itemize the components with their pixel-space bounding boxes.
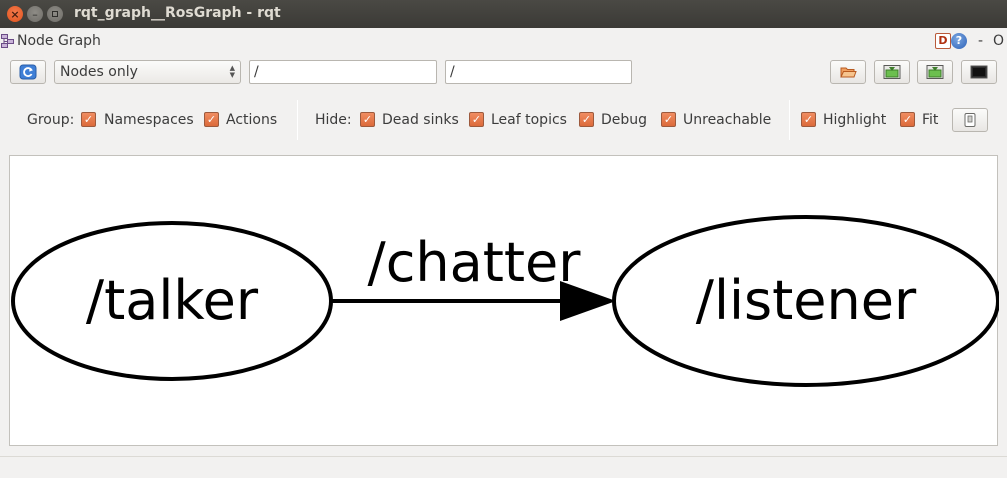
save-svg-button[interactable] xyxy=(917,60,953,84)
d-icon[interactable]: D xyxy=(935,33,951,49)
hide-label: Hide: xyxy=(315,112,352,128)
minimize-plugin-button[interactable]: - xyxy=(978,33,983,49)
topic-filter-input[interactable]: / xyxy=(445,60,632,84)
graph-svg: /talker /chatter /listener xyxy=(11,215,999,387)
maximize-window-button[interactable] xyxy=(47,6,63,22)
help-icon[interactable]: ? xyxy=(951,33,967,49)
fit-in-view-icon xyxy=(964,113,976,127)
up-down-arrows-icon: ▲ ▼ xyxy=(229,64,235,79)
fit-label: Fit xyxy=(922,112,939,128)
leaf-topics-label: Leaf topics xyxy=(491,112,567,128)
dead-sinks-checkbox[interactable]: ✓ xyxy=(360,112,375,127)
plugin-header xyxy=(0,28,1007,56)
node-graph-plugin-icon xyxy=(1,34,14,48)
screen-icon xyxy=(970,65,988,79)
unreachable-checkbox[interactable]: ✓ xyxy=(661,112,676,127)
namespace-filter-input[interactable]: / xyxy=(249,60,437,84)
node-talker-label: /talker xyxy=(86,269,259,332)
window-title: rqt_graph__RosGraph - rqt xyxy=(74,5,281,21)
refresh-button[interactable] xyxy=(10,60,46,84)
window-titlebar: × – rqt_graph__RosGraph - rqt xyxy=(0,0,1007,28)
refresh-icon xyxy=(19,64,37,80)
graph-mode-value: Nodes only xyxy=(60,64,138,80)
status-bar xyxy=(0,456,1007,478)
load-dot-button[interactable] xyxy=(830,60,866,84)
debug-label: Debug xyxy=(601,112,648,128)
highlight-label: Highlight xyxy=(823,112,887,128)
namespaces-label: Namespaces xyxy=(104,112,194,128)
dead-sinks-label: Dead sinks xyxy=(382,112,459,128)
minimize-window-button[interactable]: – xyxy=(27,6,43,22)
actions-checkbox[interactable]: ✓ xyxy=(204,112,219,127)
actions-label: Actions xyxy=(226,112,278,128)
separator xyxy=(297,100,298,140)
debug-checkbox[interactable]: ✓ xyxy=(579,112,594,127)
fit-checkbox[interactable]: ✓ xyxy=(900,112,915,127)
plugin-title: Node Graph xyxy=(17,33,101,49)
edge-topic-label: /chatter xyxy=(368,231,582,294)
graph-mode-select[interactable]: Nodes only ▲ ▼ xyxy=(54,60,241,84)
namespaces-checkbox[interactable]: ✓ xyxy=(81,112,96,127)
maximize-icon xyxy=(52,11,58,17)
fit-in-view-button[interactable] xyxy=(952,108,988,132)
minimize-icon: – xyxy=(32,7,38,21)
highlight-checkbox[interactable]: ✓ xyxy=(801,112,816,127)
close-plugin-button[interactable]: O xyxy=(993,33,1004,49)
graph-canvas[interactable]: /talker /chatter /listener xyxy=(9,155,999,446)
save-as-dot-icon xyxy=(883,65,901,79)
close-icon: × xyxy=(10,7,20,21)
group-label: Group: xyxy=(27,112,75,128)
unreachable-label: Unreachable xyxy=(683,112,772,128)
save-dot-button[interactable] xyxy=(874,60,910,84)
folder-open-icon xyxy=(840,67,857,78)
node-listener-label: /listener xyxy=(696,269,917,332)
save-as-svg-icon xyxy=(926,65,944,79)
separator xyxy=(789,100,790,140)
save-image-button[interactable] xyxy=(961,60,997,84)
leaf-topics-checkbox[interactable]: ✓ xyxy=(469,112,484,127)
close-window-button[interactable]: × xyxy=(7,6,23,22)
